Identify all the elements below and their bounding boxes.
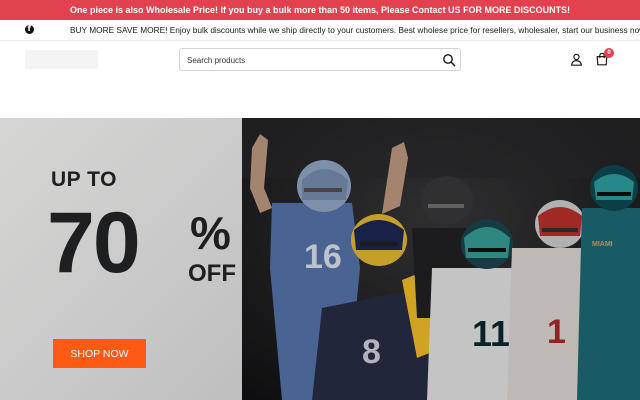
search-input[interactable]	[187, 52, 427, 68]
hero-percent-sign: %	[190, 207, 231, 259]
search-form	[179, 48, 461, 71]
announcement-bar: One piece is also Wholesale Price! If yo…	[0, 0, 640, 20]
facebook-icon[interactable]	[25, 24, 34, 34]
site-header: 0	[0, 41, 640, 81]
hero-up-to-text: UP TO	[51, 168, 117, 191]
info-bar-text: BUY MORE SAVE MORE! Enjoy bulk discounts…	[70, 25, 640, 35]
hero-promo-panel: UP TO 70 % OFF SHOP NOW	[0, 118, 242, 400]
site-logo[interactable]	[25, 50, 98, 69]
info-bar: BUY MORE SAVE MORE! Enjoy bulk discounts…	[0, 20, 640, 41]
search-icon[interactable]	[442, 53, 456, 67]
players-illustration: 16 8 11 1 MIAMI	[242, 118, 640, 400]
shop-now-button[interactable]: SHOP NOW	[53, 339, 146, 368]
hero-off-text: OFF	[188, 260, 236, 287]
hero-percent-value: 70	[47, 195, 141, 291]
hero-banner: UP TO 70 % OFF SHOP NOW 16 8 11 1 MIAMI	[0, 118, 640, 400]
cart-count-badge: 0	[604, 48, 614, 58]
hero-football-players-image: 16 8 11 1 MIAMI	[242, 118, 640, 400]
user-icon[interactable]	[570, 53, 583, 66]
announcement-text: One piece is also Wholesale Price! If yo…	[69, 5, 571, 15]
